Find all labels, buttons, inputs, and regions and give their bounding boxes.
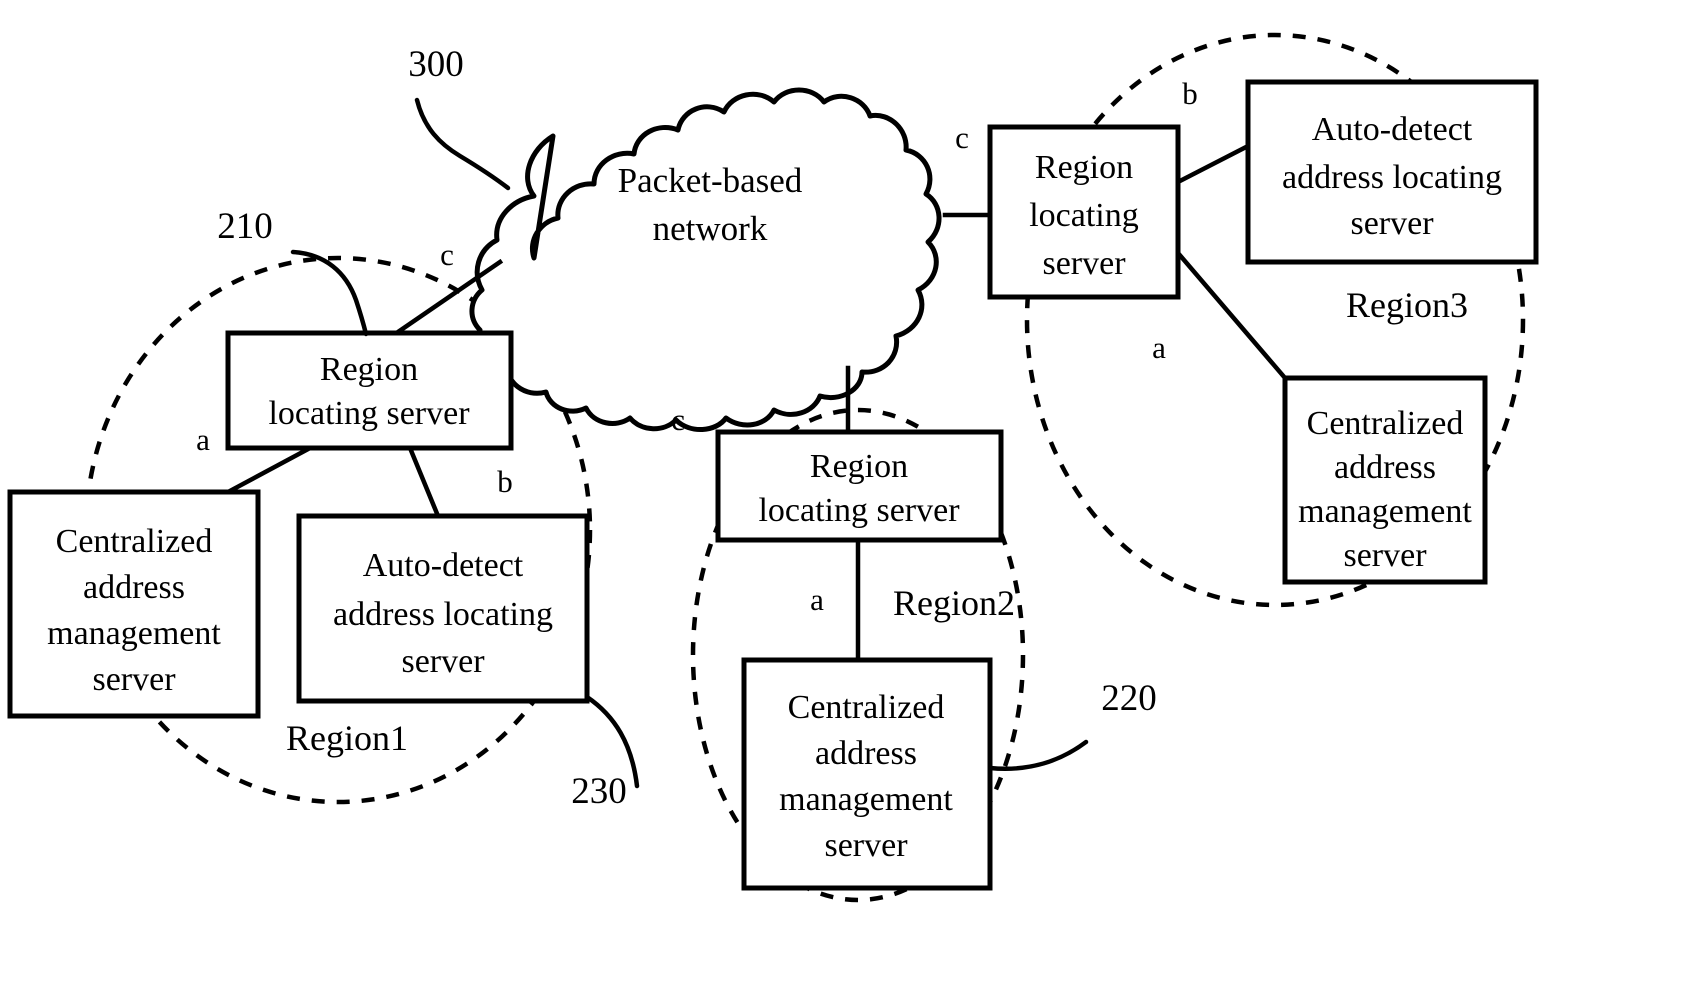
cloud-label-line2: network: [653, 209, 768, 248]
region3-locating-server-line3: server: [1042, 245, 1126, 282]
link-letter-a-region3: a: [1152, 330, 1166, 365]
region2-locating-server-line1: Region: [810, 448, 908, 485]
packet-network-cloud: [469, 87, 942, 432]
region1-autodetect-line1: Auto-detect: [363, 547, 524, 584]
region2-locating-server-line2: locating server: [758, 492, 960, 529]
patent-figure: Packet-based network 300 c c c a b a b a: [0, 0, 1688, 981]
cloud-label-line1: Packet-based: [618, 161, 803, 200]
region1-label: Region1: [286, 718, 408, 758]
link-region1-b: [407, 445, 441, 519]
region3-autodetect-line3: server: [1350, 205, 1434, 242]
region2-centralized-line1: Centralized: [788, 689, 945, 726]
region3-centralized-line3: management: [1298, 493, 1472, 530]
region3-autodetect-line2: address locating: [1282, 159, 1502, 196]
ref-300-label: 300: [408, 44, 464, 85]
ref-220-label: 220: [1101, 678, 1157, 719]
region3-label: Region3: [1346, 285, 1468, 325]
region3-centralized-line4: server: [1343, 537, 1427, 574]
region3-locating-server-line2: locating: [1029, 197, 1139, 234]
link-letter-a-region1: a: [196, 422, 210, 457]
region1-autodetect-line2: address locating: [333, 596, 553, 633]
link-letter-c-region2: c: [671, 402, 685, 437]
link-region3-a: [1174, 249, 1289, 382]
link-letter-a-region2: a: [810, 582, 824, 617]
link-letter-c-region1: c: [440, 237, 454, 272]
region2-centralized-line3: management: [779, 781, 953, 818]
region1-centralized-line2: address: [83, 569, 185, 606]
region2-centralized-line4: server: [824, 827, 908, 864]
region3-autodetect-line1: Auto-detect: [1312, 111, 1473, 148]
region1-centralized-line4: server: [92, 661, 176, 698]
link-letter-b-region1: b: [497, 464, 513, 499]
diagram-canvas: Packet-based network 300 c c c a b a b a: [7, 32, 1539, 903]
ref-230-label: 230: [571, 771, 627, 812]
region3-centralized-line1: Centralized: [1307, 405, 1464, 442]
link-letter-c-region3: c: [955, 120, 969, 155]
region2-label: Region2: [893, 583, 1015, 623]
ref-210-leader: [290, 249, 369, 337]
link-region1-a: [224, 444, 314, 496]
region1-centralized-line3: management: [47, 615, 221, 652]
region1-autodetect-line3: server: [401, 643, 485, 680]
region1-centralized-line1: Centralized: [56, 523, 213, 560]
region1-locating-server-line2: locating server: [268, 395, 470, 432]
region2-centralized-line2: address: [815, 735, 917, 772]
link-letter-b-region3: b: [1182, 76, 1198, 111]
region3-locating-server-line1: Region: [1035, 149, 1133, 186]
ref-300-leader: [414, 97, 511, 191]
ref-210-label: 210: [217, 206, 273, 247]
region3-centralized-line2: address: [1334, 449, 1436, 486]
region1-locating-server-line1: Region: [320, 351, 418, 388]
link-region3-b: [1174, 142, 1252, 186]
